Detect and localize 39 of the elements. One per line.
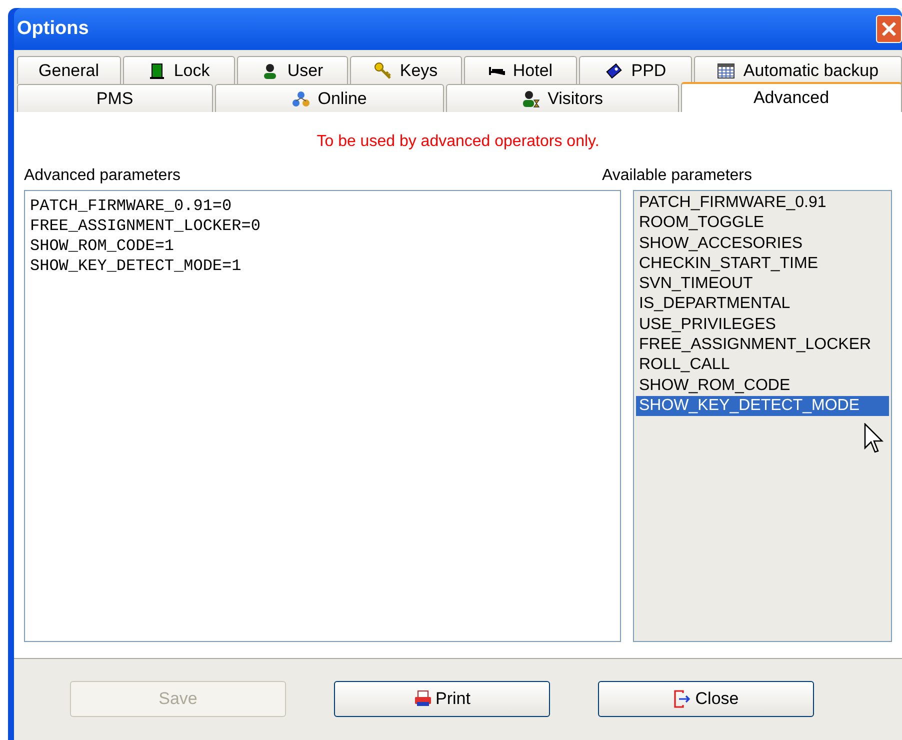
parameters-text-area[interactable]: PATCH_FIRMWARE_0.91=0 FREE_ASSIGNMENT_LOCKER=0 SHOW_ROM_CODE=1 SHOW_KEY_DETECT_MODE=1 [24,190,621,642]
key-icon [374,62,392,80]
printer-icon [414,690,432,708]
network-icon [292,90,310,108]
door-icon [148,62,166,80]
list-item[interactable]: SHOW_ROM_CODE [636,376,889,396]
tab[interactable]: Keys [350,56,462,84]
list-item[interactable]: ROOM_TOGGLE [636,213,889,234]
list-item[interactable]: USE_PRIVILEGES [636,314,889,336]
tab[interactable]: General [17,56,121,84]
dialog-button[interactable]: Print [334,681,550,717]
tab[interactable]: Automatic backup [694,56,902,84]
person-hourglass-icon [522,90,540,108]
calendar-icon [717,62,736,80]
mouse-pointer-icon [864,423,884,455]
tab[interactable]: Hotel [464,56,578,84]
list-item[interactable]: CHECKIN_START_TIME [636,254,889,274]
list-item[interactable]: SVN_TIMEOUT [636,274,889,294]
list-item[interactable]: FREE_ASSIGNMENT_LOCKER [636,335,889,356]
dialog-button[interactable]: Close [598,681,814,717]
list-item[interactable]: PATCH_FIRMWARE_0.91 [636,193,889,214]
list-item[interactable]: IS_DEPARTMENTAL [636,294,889,315]
close-icon[interactable] [876,15,902,43]
available-parameters-label: Available parameters [602,166,752,186]
tab[interactable]: Lock [122,56,236,84]
tab[interactable]: User [237,56,348,84]
warning-text: To be used by advanced operators only. [316,132,600,152]
exit-icon [673,690,692,708]
advanced-parameters-label: Advanced parameters [24,166,181,186]
window-title: Options [17,16,89,41]
tab[interactable]: Visitors [446,84,679,112]
list-item[interactable]: SHOW_KEY_DETECT_MODE [636,396,889,416]
tab[interactable]: Advanced [680,82,902,112]
tab[interactable]: PMS [17,84,213,112]
tab[interactable]: PPD [579,56,692,84]
list-item[interactable]: SHOW_ACCESORIES [636,234,889,254]
tab[interactable]: Online [214,84,444,112]
bed-icon [488,66,505,76]
list-item[interactable]: ROLL_CALL [636,355,889,376]
